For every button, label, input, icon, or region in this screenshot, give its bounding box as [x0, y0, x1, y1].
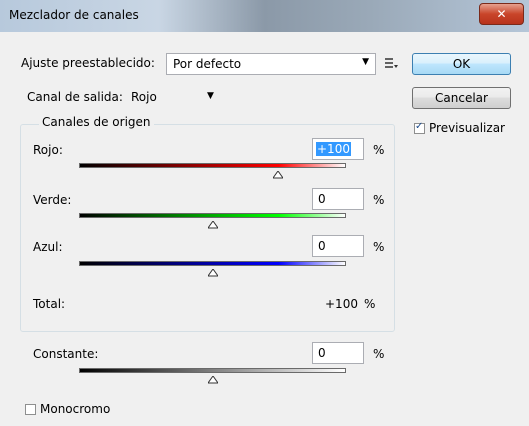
constant-slider-thumb[interactable]: [207, 373, 219, 384]
red-slider-track[interactable]: [79, 163, 346, 168]
cancel-label: Cancelar: [435, 91, 488, 105]
red-channel-value: +100: [316, 142, 351, 156]
dialog-body: Ajuste preestablecido: Por defecto ▼ OK …: [9, 32, 520, 420]
percent-sign: %: [373, 143, 385, 157]
output-channel-label: Canal de salida:: [27, 90, 123, 104]
constant-input[interactable]: 0: [312, 342, 364, 364]
checkmark-icon: ✓: [415, 120, 424, 132]
ok-button[interactable]: OK: [412, 53, 511, 75]
preset-value: Por defecto: [173, 57, 242, 71]
red-slider-thumb[interactable]: [272, 168, 284, 179]
monochrome-checkbox-box[interactable]: [25, 403, 36, 415]
dialog-window: Mezclador de canales ✕ Ajuste preestable…: [0, 0, 529, 426]
green-slider-thumb[interactable]: [207, 218, 219, 229]
close-icon: ✕: [496, 7, 507, 21]
monochrome-checkbox[interactable]: Monocromo: [25, 402, 110, 416]
blue-channel-label: Azul:: [33, 240, 63, 254]
blue-channel-input[interactable]: 0: [312, 235, 364, 257]
output-channel-value: Rojo: [131, 90, 157, 104]
red-channel-input[interactable]: +100: [312, 138, 364, 160]
preview-label: Previsualizar: [429, 121, 505, 135]
green-channel-value: 0: [318, 192, 326, 206]
chevron-down-icon: ▼: [362, 57, 369, 67]
percent-sign: %: [373, 193, 385, 207]
cancel-button[interactable]: Cancelar: [412, 87, 511, 109]
close-button[interactable]: ✕: [479, 3, 524, 25]
green-channel-label: Verde:: [33, 193, 72, 207]
ok-label: OK: [452, 57, 471, 71]
title-bar[interactable]: Mezclador de canales ✕: [0, 0, 529, 32]
monochrome-label: Monocromo: [40, 402, 111, 416]
output-channel-select[interactable]: Rojo ▼: [127, 87, 223, 107]
percent-sign: %: [373, 240, 385, 254]
window-title: Mezclador de canales: [9, 8, 139, 22]
preset-select[interactable]: Por defecto ▼: [166, 53, 376, 75]
total-value: +100: [325, 297, 358, 311]
preview-checkbox[interactable]: ✓ Previsualizar: [414, 121, 505, 135]
red-channel-label: Rojo:: [33, 143, 63, 157]
source-channels-legend: Canales de origen: [39, 115, 154, 129]
total-label: Total:: [33, 297, 66, 311]
percent-sign: %: [364, 297, 376, 311]
chevron-down-icon: ▼: [207, 91, 214, 101]
preview-checkbox-box[interactable]: ✓: [414, 120, 425, 134]
blue-channel-value: 0: [318, 239, 326, 253]
constant-value: 0: [318, 346, 326, 360]
preset-label: Ajuste preestablecido:: [21, 56, 155, 70]
green-channel-input[interactable]: 0: [312, 188, 364, 210]
percent-sign: %: [373, 347, 385, 361]
constant-label: Constante:: [33, 347, 99, 361]
preset-options-icon[interactable]: [383, 56, 399, 72]
blue-slider-thumb[interactable]: [207, 266, 219, 277]
